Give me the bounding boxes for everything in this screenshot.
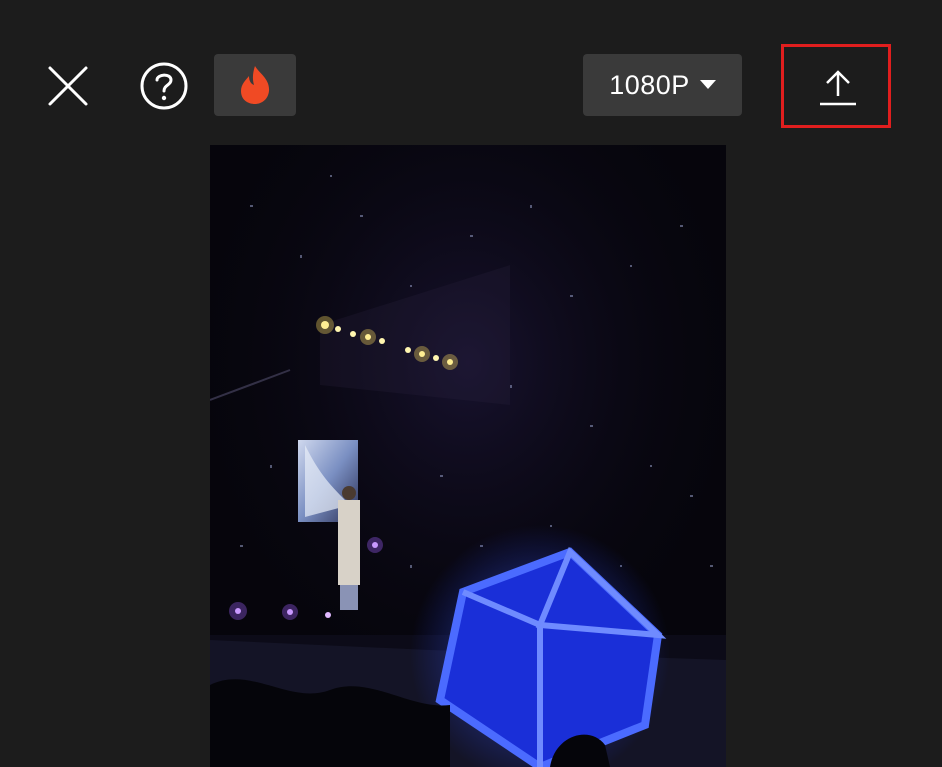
help-button[interactable] bbox=[136, 58, 192, 114]
resolution-dropdown[interactable]: 1080P bbox=[583, 54, 742, 116]
trending-button[interactable] bbox=[214, 54, 296, 116]
video-preview[interactable] bbox=[210, 145, 726, 767]
export-button[interactable] bbox=[790, 52, 886, 124]
close-icon bbox=[48, 66, 88, 106]
help-circle-icon bbox=[140, 62, 188, 110]
video-export-screen: 1080P bbox=[0, 0, 942, 767]
upload-icon bbox=[820, 70, 856, 106]
caret-down-icon bbox=[699, 80, 716, 89]
fire-icon bbox=[241, 66, 270, 104]
resolution-label: 1080P bbox=[609, 69, 690, 100]
concert-frame-image bbox=[210, 145, 726, 767]
close-button[interactable] bbox=[40, 58, 96, 114]
